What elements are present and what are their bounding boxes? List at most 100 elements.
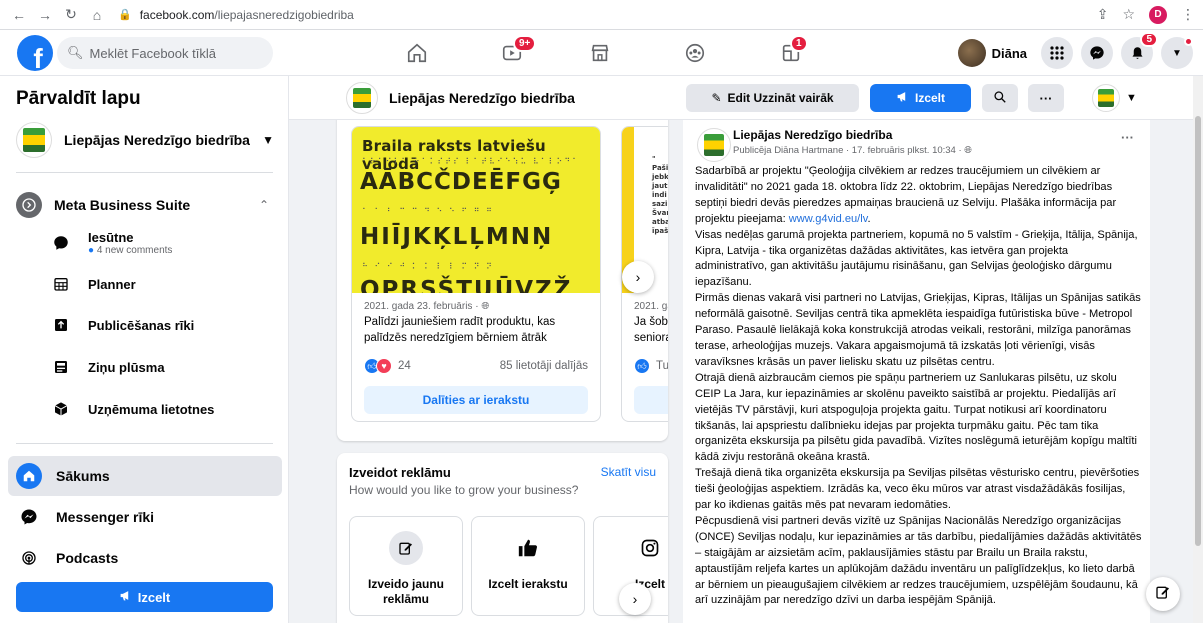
sidebar-item-label: Uzņēmuma lietotnes	[88, 401, 215, 417]
middle-column: Braila raksts latviešu valodā ⠃⠗⠁⠊⠇⠁ ⠗⠁⠅…	[289, 120, 674, 623]
facebook-top-nav: f 🔍︎ Meklēt Facebook tīklā 9+ 1 Diāna 5	[0, 30, 1203, 76]
option-label: Izveido jaunu reklāmu	[367, 577, 444, 606]
reload-icon[interactable]: ↻	[60, 4, 82, 26]
post-body: Sadarbībā ar projektu "Ģeoloģija cilvēki…	[695, 164, 1143, 609]
divider	[16, 443, 273, 444]
messenger-icon[interactable]	[1081, 37, 1113, 69]
carousel-next-button[interactable]: ›	[622, 261, 654, 293]
alphabet-row: AĀBCČDEĒFGĢ	[360, 169, 562, 195]
post-text: Palīdzi jauniešiem radīt produktu, kas p…	[364, 316, 556, 344]
post-paragraph: Pirmās dienas vakarā visi partneri no La…	[695, 292, 1141, 368]
sidebar-item-label: Planner	[88, 276, 136, 292]
reactions-count[interactable]: 24	[398, 360, 411, 372]
alert-dot	[1184, 37, 1193, 46]
notifications-bell-icon[interactable]: 5	[1121, 32, 1158, 69]
sidebar-item-label: Messenger rīki	[56, 509, 155, 525]
post-paragraph: Visas nedēļas garumā projekta partneriem…	[695, 228, 1138, 289]
promote-label: Izcelt	[137, 589, 171, 605]
boost-post-option[interactable]: Izcelt ierakstu	[471, 516, 585, 616]
promote-button[interactable]: Izcelt	[870, 84, 971, 112]
sidebar-item-label: Publicēšanas rīki	[88, 317, 195, 333]
marketplace-nav-icon[interactable]	[585, 39, 615, 67]
facebook-logo[interactable]: f	[17, 35, 53, 71]
meta-business-suite-icon	[16, 192, 42, 218]
gaming-badge: 1	[790, 35, 808, 52]
back-arrow-icon[interactable]: ←	[8, 4, 30, 26]
home-icon	[16, 463, 42, 489]
post-card[interactable]: Braila raksts latviešu valodā ⠃⠗⠁⠊⠇⠁ ⠗⠁⠅…	[351, 126, 601, 422]
address-bar[interactable]: 🔒 facebook.com/liepajasneredzigobiedriba	[118, 4, 354, 26]
new-comments-count: ● 4 new comments	[88, 245, 173, 256]
home-icon[interactable]: ⌂	[86, 4, 108, 26]
post-author[interactable]: Liepājas Neredzīgo biedrība	[733, 128, 892, 142]
watch-nav-icon[interactable]: 9+	[497, 35, 537, 67]
edit-label: Edit Uzzināt vairāk	[727, 91, 834, 105]
search-input[interactable]: 🔍︎ Meklēt Facebook tīklā	[57, 37, 273, 69]
ads-title: Izveidot reklāmu	[349, 465, 451, 480]
sidebar-item-podcasts[interactable]: Podcasts	[8, 538, 282, 578]
chat-icon	[50, 232, 72, 254]
braille-dots: ⠃⠗⠁⠊⠇⠁ ⠗⠁⠅⠎⠞⠎ ⠇⠁⠞⠧⠊⠑⠱⠥ ⠧⠁⠇⠕⠙⠁	[362, 157, 580, 166]
more-options-button[interactable]: ···	[1028, 84, 1064, 112]
browser-toolbar: ← → ↻ ⌂ 🔒 facebook.com/liepajasneredzigo…	[0, 0, 1203, 30]
shares-count[interactable]: 85 lietotāji dalījās	[500, 360, 588, 372]
post-meta: Publicēja Diāna Hartmane · 17. februāris…	[733, 145, 972, 156]
edit-icon	[389, 531, 423, 565]
page-logo[interactable]	[346, 82, 378, 114]
search-icon	[993, 90, 1007, 107]
sidebar-item-business-apps[interactable]: Uzņēmuma lietotnes	[50, 391, 280, 427]
page-logo	[16, 122, 52, 158]
home-nav-icon[interactable]	[402, 39, 432, 67]
project-link[interactable]: www.g4vid.eu/lv	[789, 213, 868, 225]
scrollbar[interactable]	[1193, 76, 1203, 623]
carousel-next-button[interactable]: ›	[619, 583, 651, 615]
sidebar-item-inbox[interactable]: Iesūtne ● 4 new comments	[50, 225, 280, 261]
sidebar-item-label: Sākums	[56, 468, 110, 484]
groups-nav-icon[interactable]	[680, 39, 710, 67]
page-header: Liepājas Neredzīgo biedrība ✎ Edit Uzzin…	[289, 76, 1203, 120]
menu-grid-icon[interactable]	[1041, 37, 1073, 69]
post-paragraph: Trešajā dienā tika organizēta ekskursija…	[695, 467, 1140, 512]
like-reaction-icon: 👍︎	[634, 358, 650, 374]
posts-carousel-card: Braila raksts latviešu valodā ⠃⠗⠁⠊⠇⠁ ⠗⠁⠅…	[337, 120, 668, 441]
sidebar-item-messenger-tools[interactable]: Messenger rīki	[8, 497, 282, 537]
alphabet-row: OPRSŠTUŪVZŽ	[360, 277, 573, 293]
promote-button[interactable]: Izcelt	[16, 582, 273, 612]
podcast-icon	[16, 545, 42, 571]
chevron-right-icon: ›	[635, 269, 641, 285]
page-logo[interactable]	[697, 128, 731, 162]
caret-down-icon: ▼	[262, 133, 274, 147]
sidebar-item-news-feed[interactable]: Ziņu plūsma	[50, 349, 280, 385]
ads-subtitle: How would you like to grow your business…	[349, 483, 579, 497]
meta-business-suite-section[interactable]: Meta Business Suite ⌃	[16, 189, 273, 221]
edit-learn-more-button[interactable]: ✎ Edit Uzzināt vairāk	[686, 84, 859, 112]
star-icon[interactable]: ☆	[1122, 6, 1135, 23]
profile-avatar[interactable]: D	[1149, 5, 1167, 24]
page-switcher[interactable]: Liepājas Neredzīgo biedrība ▼	[16, 122, 280, 158]
page-account-switcher[interactable]: ▼	[1092, 84, 1138, 112]
braille-alphabet-image: Braila raksts latviešu valodā ⠃⠗⠁⠊⠇⠁ ⠗⠁⠅…	[352, 127, 600, 293]
share-icon[interactable]: ⇪	[1097, 6, 1109, 23]
see-all-link[interactable]: Skatīt visu	[601, 465, 656, 479]
search-page-button[interactable]	[982, 84, 1018, 112]
globe-icon: 🌐︎	[481, 301, 490, 312]
share-post-button[interactable]	[634, 386, 668, 414]
sidebar-item-publishing-tools[interactable]: Publicēšanas rīki	[50, 307, 280, 343]
image-title: Braila raksts latviešu valodā	[362, 137, 546, 173]
user-profile-chip[interactable]: Diāna	[957, 37, 1033, 69]
sidebar-item-planner[interactable]: Planner	[50, 266, 280, 302]
create-new-ad-option[interactable]: Izveido jaunu reklāmu	[349, 516, 463, 616]
gaming-nav-icon[interactable]: 1	[776, 35, 808, 67]
notifications-badge: 5	[1140, 32, 1158, 47]
messenger-icon	[16, 504, 42, 530]
account-dropdown-icon[interactable]: ▼	[1161, 37, 1193, 69]
forward-arrow-icon[interactable]: →	[34, 4, 56, 26]
scrollbar-thumb[interactable]	[1195, 116, 1201, 546]
more-options-icon[interactable]: ···	[1121, 130, 1134, 145]
kebab-menu-icon[interactable]: ⋮	[1181, 6, 1195, 23]
search-icon: 🔍︎	[67, 45, 84, 60]
compose-message-button[interactable]	[1146, 577, 1180, 611]
sidebar-item-home[interactable]: Sākums	[8, 456, 282, 496]
share-post-button[interactable]: Dalīties ar ierakstu	[364, 386, 588, 414]
sidebar-item-label: Ziņu plūsma	[88, 359, 165, 375]
